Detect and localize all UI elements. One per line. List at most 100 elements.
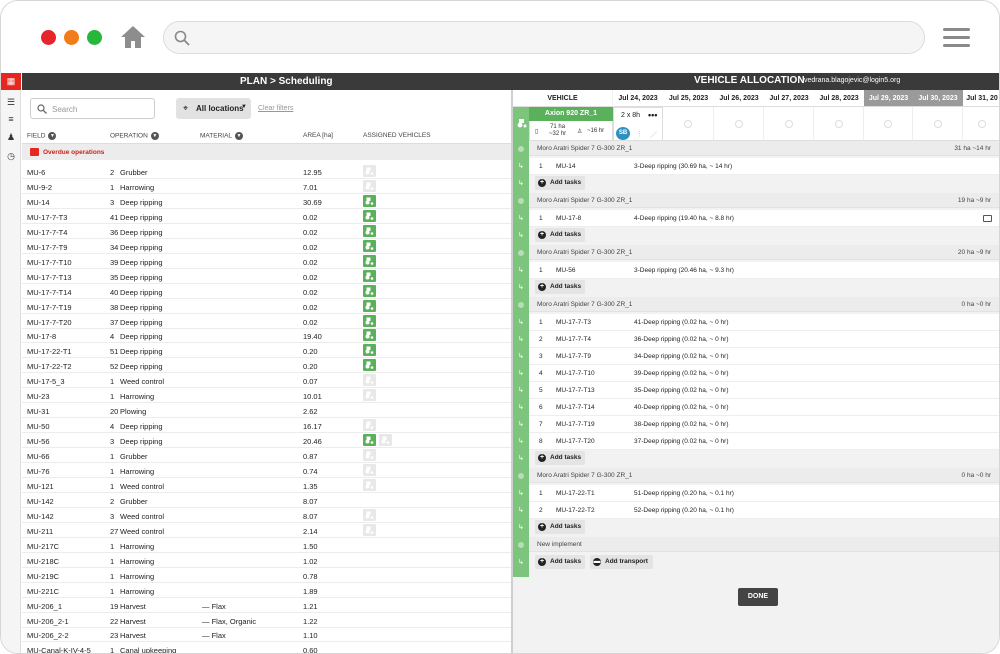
col-field[interactable]: FIELD ▼ xyxy=(27,132,57,140)
shift-cell[interactable]: 2 x 8h ••• SB ⋮ ／ xyxy=(613,107,663,141)
clock-icon[interactable]: ◷ xyxy=(5,150,17,162)
vehicle-assign-icon[interactable] xyxy=(363,329,376,342)
table-row[interactable]: MU-23 1 Harrowing 10.01 xyxy=(22,388,511,404)
filter-icon[interactable]: ▼ xyxy=(48,132,57,140)
apps-grid-icon[interactable]: ▦ xyxy=(1,73,21,90)
task-row[interactable]: 8 MU-17-7-T20 37-Deep ripping (0.02 ha, … xyxy=(529,433,999,450)
vehicle-assign-icon[interactable] xyxy=(363,314,376,327)
table-row[interactable]: MU-Canal-K-IV-4-5 1 Canal upkeeping 0.60 xyxy=(22,642,511,653)
task-row[interactable]: 1 MU-17-8 4-Deep ripping (19.40 ha, ~ 8.… xyxy=(529,210,999,227)
table-row[interactable]: MU-17-7-T10 39 Deep ripping 0.02 xyxy=(22,254,511,269)
table-row[interactable]: MU-121 1 Weed control 1.35 xyxy=(22,478,511,493)
task-row[interactable]: 7 MU-17-7-T19 38-Deep ripping (0.02 ha, … xyxy=(529,416,999,433)
table-row[interactable]: MU-142 2 Grubber 8.07 xyxy=(22,493,511,508)
checklist-icon[interactable]: ≡ xyxy=(5,113,17,125)
table-row[interactable]: MU-50 4 Deep ripping 16.17 xyxy=(22,418,511,434)
table-row[interactable]: MU-211 27 Weed control 2.14 xyxy=(22,523,511,538)
implement-header[interactable]: Moro Aratri Spider 7 G-300 ZR_1 19 ha ~9… xyxy=(529,193,999,208)
implement-header[interactable]: Moro Aratri Spider 7 G-300 ZR_1 0 ha ~0 … xyxy=(529,468,999,483)
vehicle-assign-icon[interactable] xyxy=(363,254,376,267)
vehicle-assign-icon[interactable] xyxy=(363,464,376,476)
vehicle-assign-icon[interactable] xyxy=(363,374,376,387)
table-row[interactable]: MU-9-2 1 Harrowing 7.01 xyxy=(22,179,511,194)
vehicle-assign-icon[interactable] xyxy=(363,478,376,491)
table-row[interactable]: MU-218C 1 Harrowing 1.02 xyxy=(22,553,511,568)
search-input[interactable]: Search xyxy=(30,98,155,119)
table-row[interactable]: MU-17-7-T9 34 Deep ripping 0.02 xyxy=(22,239,511,254)
table-row[interactable]: MU-206_1 19 Harvest — Flax 1.21 xyxy=(22,598,511,613)
overdue-section[interactable]: Overdue operations xyxy=(22,143,511,160)
locations-dropdown[interactable]: ⌖ All locations ▼ xyxy=(176,98,251,119)
vehicle-assign-icon[interactable] xyxy=(363,299,376,312)
day-cell[interactable] xyxy=(963,107,999,141)
task-row[interactable]: 1 MU-17-22-T1 51-Deep ripping (0.20 ha, … xyxy=(529,485,999,502)
more-options-icon[interactable]: ••• xyxy=(648,110,657,120)
table-row[interactable]: MU-17-7-T13 35 Deep ripping 0.02 xyxy=(22,269,511,284)
table-row[interactable]: MU-17-5_3 1 Weed control 0.07 xyxy=(22,373,511,389)
table-row[interactable]: MU-17-8 4 Deep ripping 19.40 xyxy=(22,328,511,344)
day-cell[interactable] xyxy=(663,107,714,141)
user-email[interactable]: vedrana.blagojevic@login5.org xyxy=(804,77,900,84)
day-cell[interactable] xyxy=(913,107,963,141)
implement-header[interactable]: Moro Aratri Spider 7 G-300 ZR_1 20 ha ~9… xyxy=(529,245,999,260)
filter-icon[interactable]: ▼ xyxy=(235,132,244,140)
edit-icon[interactable]: ／ xyxy=(650,130,657,140)
table-row[interactable]: MU-206_2-2 23 Harvest — Flax 1.10 xyxy=(22,627,511,643)
add-slot-icon[interactable] xyxy=(884,120,892,128)
table-row[interactable]: MU-217C 1 Harrowing 1.50 xyxy=(22,538,511,553)
vehicle-assign-icon[interactable] xyxy=(363,239,376,252)
task-row[interactable]: 1 MU-14 3-Deep ripping (30.69 ha, ~ 14 h… xyxy=(529,158,999,175)
table-row[interactable]: MU-31 20 Plowing 2.62 xyxy=(22,403,511,419)
add-slot-icon[interactable] xyxy=(784,120,793,128)
table-row[interactable]: MU-56 3 Deep ripping 20.46 xyxy=(22,433,511,449)
add-tasks-button[interactable]: + Add tasks xyxy=(535,228,585,242)
new-implement-header[interactable]: New implement xyxy=(529,537,999,552)
task-row[interactable]: 4 MU-17-7-T10 39-Deep ripping (0.02 ha, … xyxy=(529,365,999,382)
vehicle-assign-icon[interactable] xyxy=(363,179,376,192)
add-tasks-button[interactable]: + Add tasks xyxy=(535,451,585,465)
maximize-window-dot[interactable] xyxy=(87,30,102,45)
vehicle-assign-icon[interactable] xyxy=(363,224,376,237)
add-slot-icon[interactable] xyxy=(933,120,942,128)
add-slot-icon[interactable] xyxy=(734,120,743,128)
close-window-dot[interactable] xyxy=(41,30,56,45)
table-row[interactable]: MU-14 3 Deep ripping 30.69 xyxy=(22,194,511,209)
table-row[interactable]: MU-219C 1 Harrowing 0.78 xyxy=(22,568,511,583)
add-tasks-button[interactable]: + Add tasks xyxy=(535,555,585,569)
vehicle-assign-icon[interactable] xyxy=(379,434,392,447)
table-row[interactable]: MU-142 3 Weed control 8.07 xyxy=(22,508,511,523)
task-row[interactable]: 1 MU-56 3-Deep ripping (20.46 ha, ~ 9.3 … xyxy=(529,262,999,279)
home-icon[interactable] xyxy=(120,25,146,49)
minimize-window-dot[interactable] xyxy=(64,30,79,45)
vehicle-assign-icon[interactable] xyxy=(363,194,376,207)
vehicle-name[interactable]: Axion 920 ZR_1 xyxy=(529,107,613,121)
vehicle-assign-icon[interactable] xyxy=(363,434,376,447)
vehicle-assign-icon[interactable] xyxy=(363,508,376,521)
task-row[interactable]: 6 MU-17-7-T14 40-Deep ripping (0.02 ha, … xyxy=(529,399,999,416)
implement-header[interactable]: Moro Aratri Spider 7 G-300 ZR_1 31 ha ~1… xyxy=(529,141,999,156)
col-material[interactable]: MATERIAL ▼ xyxy=(200,132,244,140)
task-row[interactable]: 3 MU-17-7-T9 34-Deep ripping (0.02 ha, ~… xyxy=(529,348,999,365)
clear-filters-link[interactable]: Clear filters xyxy=(258,105,293,112)
table-row[interactable]: MU-6 2 Grubber 12.95 xyxy=(22,164,511,179)
col-operation[interactable]: OPERATION ▼ xyxy=(110,132,159,140)
task-row[interactable]: 2 MU-17-7-T4 36-Deep ripping (0.02 ha, ~… xyxy=(529,331,999,348)
table-row[interactable]: MU-221C 1 Harrowing 1.89 xyxy=(22,583,511,598)
add-slot-icon[interactable] xyxy=(684,120,692,128)
add-tasks-button[interactable]: + Add tasks xyxy=(535,176,585,190)
vehicle-assign-icon[interactable] xyxy=(363,209,376,222)
table-row[interactable]: MU-17-22-T2 52 Deep ripping 0.20 xyxy=(22,358,511,374)
day-cell[interactable] xyxy=(714,107,764,141)
people-icon[interactable]: ♟ xyxy=(5,131,17,143)
vehicle-assign-icon[interactable] xyxy=(363,165,376,177)
list-icon[interactable]: ☰ xyxy=(5,96,17,108)
add-tasks-button[interactable]: + Add tasks xyxy=(535,280,585,294)
vehicle-assign-icon[interactable] xyxy=(363,344,376,357)
task-row[interactable]: 1 MU-17-7-T3 41-Deep ripping (0.02 ha, ~… xyxy=(529,314,999,331)
table-row[interactable]: MU-17-7-T19 38 Deep ripping 0.02 xyxy=(22,299,511,314)
vehicle-assign-icon[interactable] xyxy=(363,523,376,536)
vehicle-assign-icon[interactable] xyxy=(363,269,376,282)
table-row[interactable]: MU-66 1 Grubber 0.87 xyxy=(22,448,511,464)
table-row[interactable]: MU-17-22-T1 51 Deep ripping 0.20 xyxy=(22,343,511,359)
table-row[interactable]: MU-206_2-1 22 Harvest — Flax, Organic 1.22 xyxy=(22,613,511,628)
